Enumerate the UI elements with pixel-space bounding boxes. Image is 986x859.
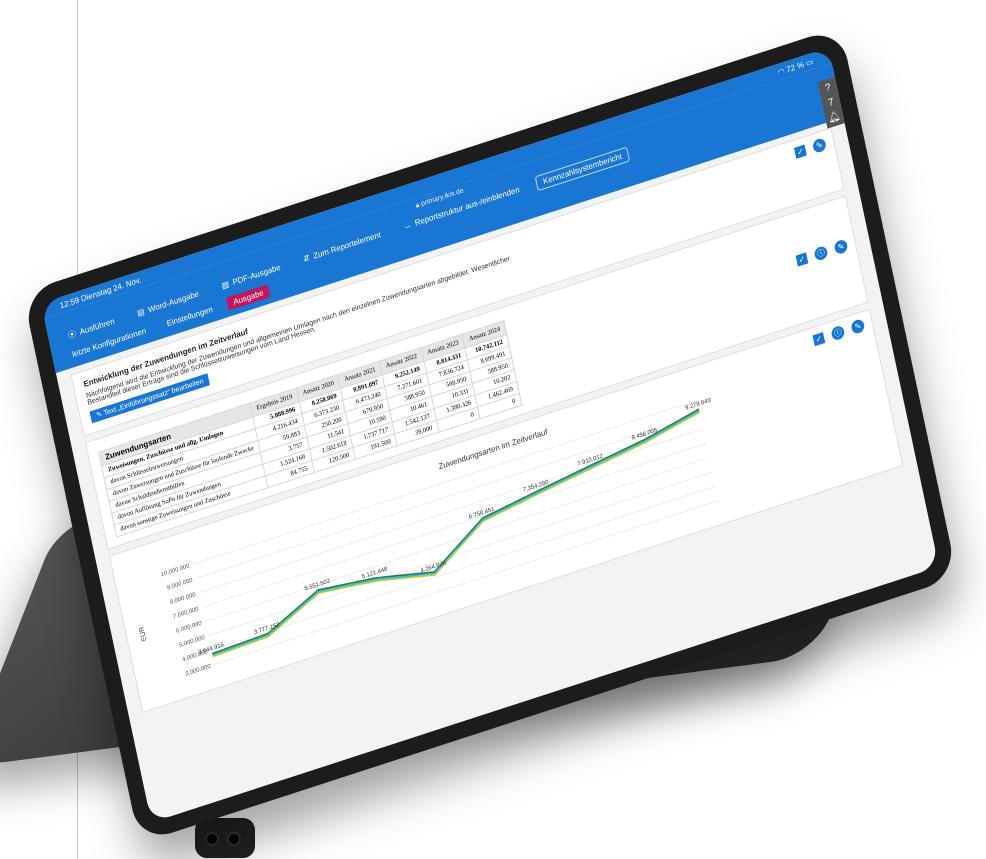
tablet-device: 12:59 Dienstag 24. Nov. ◠ 72 % ▭ 🔒︎ prim… bbox=[22, 26, 958, 844]
y-tick-label: 6.000.000 bbox=[176, 620, 203, 634]
y-tick-label: 8.000.000 bbox=[170, 592, 197, 606]
word-icon: ▤ bbox=[136, 306, 146, 318]
battery-icon: ▭ bbox=[804, 56, 815, 68]
grid-line bbox=[208, 471, 713, 637]
grid-line bbox=[214, 500, 719, 665]
chart-card-controls: ✓ ⓘ ✎ bbox=[812, 318, 866, 347]
tablet-screen: 12:59 Dienstag 24. Nov. ◠ 72 % ▭ 🔒︎ prim… bbox=[41, 47, 939, 823]
sort-icon: ⇵ bbox=[302, 253, 311, 265]
intro-include-checkbox[interactable]: ✓ bbox=[794, 144, 807, 159]
bell-icon[interactable]: 🔔︎ bbox=[827, 110, 841, 125]
tablet-bezel: 12:59 Dienstag 24. Nov. ◠ 72 % ▭ 🔒︎ prim… bbox=[22, 26, 958, 844]
y-tick-label: 9.000.000 bbox=[167, 577, 194, 591]
lock-icon: 🔒︎ bbox=[415, 201, 421, 210]
wifi-icon: ◠ bbox=[776, 65, 786, 77]
edit-icon: ✎ bbox=[95, 410, 103, 420]
notification-count[interactable]: 7 bbox=[827, 97, 835, 110]
y-tick-label: 3.000.000 bbox=[185, 663, 212, 677]
intro-edit-icon[interactable]: ✎ bbox=[811, 137, 827, 154]
chart-include-checkbox[interactable]: ✓ bbox=[812, 332, 826, 347]
table-edit-icon[interactable]: ✎ bbox=[833, 238, 849, 256]
table-info-icon[interactable]: ⓘ bbox=[813, 244, 829, 262]
table-card-controls: ✓ ⓘ ✎ bbox=[795, 238, 849, 267]
y-tick-label: 5.000.000 bbox=[179, 635, 206, 649]
intro-card-controls: ✓ ✎ bbox=[794, 137, 827, 160]
y-axis-label: EUR bbox=[139, 626, 149, 643]
y-tick-label: 10.000.000 bbox=[160, 563, 190, 578]
pdf-icon: ▧ bbox=[220, 279, 230, 291]
y-tick-label: 7.000.000 bbox=[173, 606, 200, 620]
table-include-checkbox[interactable]: ✓ bbox=[795, 252, 809, 267]
play-icon: ⦿ bbox=[67, 329, 77, 341]
camera-module bbox=[195, 818, 255, 858]
arrows-icon: ↔ bbox=[402, 220, 413, 232]
help-button[interactable]: ? bbox=[824, 82, 832, 95]
run-label: Ausführen bbox=[78, 316, 116, 337]
